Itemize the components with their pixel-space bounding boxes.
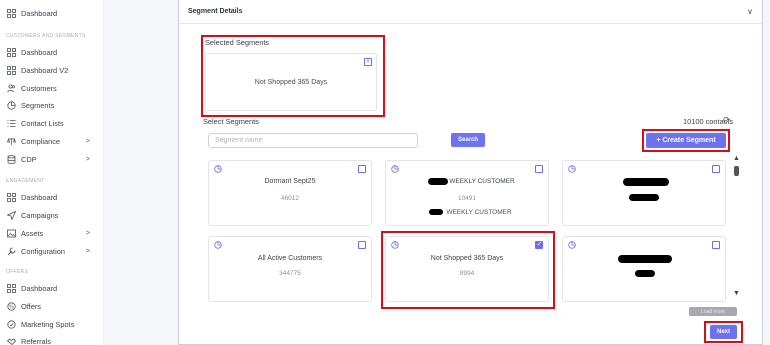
- redaction-mark: [618, 255, 672, 263]
- load-more-button[interactable]: Load more: [689, 307, 737, 316]
- sidebar-item-label: Contact Lists: [21, 118, 64, 128]
- segment-card[interactable]: All Active Customers 344775: [208, 236, 372, 302]
- send-icon: [6, 210, 16, 220]
- sidebar-item-label: Dashboard: [21, 47, 58, 57]
- highlight-box-next: [704, 321, 743, 343]
- sidebar-item-marketing-spots[interactable]: Marketing Spots: [6, 316, 100, 332]
- search-button[interactable]: Search: [451, 133, 485, 147]
- segment-checkbox[interactable]: [358, 241, 366, 249]
- list-icon: [6, 118, 16, 128]
- grid-icon: [6, 192, 16, 202]
- grid-icon: [6, 283, 16, 293]
- sidebar-item-dashboard-top[interactable]: Dashboard: [6, 5, 100, 21]
- grid-icon: [6, 65, 16, 75]
- redaction-mark: [623, 178, 669, 186]
- sidebar-item-referrals[interactable]: Referrals: [6, 333, 100, 345]
- sidebar-item-label: Referrals: [21, 336, 51, 345]
- section-label-customers: CUSTOMERS AND SEGMENTS: [6, 33, 86, 39]
- svg-text:%: %: [9, 304, 14, 310]
- scrollbar-thumb[interactable]: [734, 166, 739, 176]
- sidebar-item-assets[interactable]: Assets >: [6, 225, 100, 241]
- sidebar-item-label: Dashboard: [21, 8, 58, 18]
- panel-title: Segment Details: [188, 8, 243, 15]
- chevron-right-icon: >: [85, 229, 90, 237]
- pie-icon: [568, 165, 576, 173]
- redaction-mark: [629, 194, 659, 201]
- redaction-mark: [635, 270, 655, 277]
- sidebar-item-label: Campaigns: [21, 210, 59, 220]
- sidebar-item-dashboard-v2[interactable]: Dashboard V2: [6, 62, 100, 78]
- segment-count: 10491: [457, 195, 477, 202]
- grid-icon: [6, 47, 16, 57]
- grid-icon: [6, 8, 16, 18]
- sidebar-item-offers[interactable]: % Offers: [6, 298, 100, 314]
- image-icon: [6, 228, 16, 238]
- segment-card[interactable]: [562, 160, 726, 226]
- pie-icon: [214, 241, 222, 249]
- check-circle-icon: [6, 319, 16, 329]
- sidebar-item-label: Compliance: [21, 136, 61, 146]
- refresh-icon[interactable]: ⟳: [723, 115, 731, 126]
- sidebar-item-label: Dashboard: [21, 192, 58, 202]
- segment-card[interactable]: WEEKLY CUSTOMER 10491 WEEKLY CUSTOMER: [385, 160, 549, 226]
- sidebar-item-label: CDP: [21, 154, 37, 164]
- sidebar-item-cdp[interactable]: CDP >: [6, 151, 100, 167]
- sidebar-item-label: Configuration: [21, 246, 65, 256]
- sidebar-item-offers-dashboard[interactable]: Dashboard: [6, 280, 100, 296]
- highlight-box-create: [642, 129, 730, 152]
- users-icon: [6, 83, 16, 93]
- pie-icon: [214, 165, 222, 173]
- segment-card[interactable]: Dormant Sept25 46012: [208, 160, 372, 226]
- sidebar-item-label: Segments: [21, 100, 55, 110]
- sidebar-item-label: Assets: [21, 228, 44, 238]
- segment-card[interactable]: [562, 236, 726, 302]
- chevron-right-icon: >: [85, 137, 90, 145]
- scale-icon: [6, 136, 16, 146]
- sidebar-item-campaigns[interactable]: Campaigns: [6, 207, 100, 223]
- sidebar-item-label: Dashboard: [21, 283, 58, 293]
- sidebar-item-label: Marketing Spots: [21, 319, 75, 329]
- chevron-right-icon: >: [85, 247, 90, 255]
- tag-icon: %: [6, 301, 16, 311]
- sidebar-item-segments[interactable]: Segments: [6, 97, 100, 113]
- segment-name: Dormant Sept25: [264, 178, 316, 185]
- pie-icon: [568, 241, 576, 249]
- panel-header[interactable]: Segment Details ∨: [179, 0, 762, 24]
- database-icon: [6, 154, 16, 164]
- sidebar-item-configuration[interactable]: Configuration >: [6, 243, 100, 259]
- sidebar-item-label: Offers: [21, 301, 41, 311]
- chevron-right-icon: >: [85, 155, 90, 163]
- segment-checkbox[interactable]: [535, 165, 543, 173]
- sidebar-item-customers[interactable]: Customers: [6, 80, 100, 96]
- chevron-down-icon[interactable]: ∨: [747, 7, 753, 16]
- sidebar-item-compliance[interactable]: Compliance >: [6, 133, 100, 149]
- sidebar-item-label: Customers: [21, 83, 57, 93]
- handshake-icon: [6, 336, 16, 345]
- segment-description: WEEKLY CUSTOMER: [446, 209, 512, 216]
- wrench-icon: [6, 246, 16, 256]
- pie-icon: [6, 100, 16, 110]
- segment-name: WEEKLY CUSTOMER: [449, 178, 515, 185]
- section-label-engagement: ENGAGEMENT: [6, 178, 45, 184]
- pie-icon: [391, 165, 399, 173]
- segment-name: All Active Customers: [257, 255, 323, 262]
- segment-checkbox[interactable]: [358, 165, 366, 173]
- sidebar: Dashboard CUSTOMERS AND SEGMENTS Dashboa…: [0, 0, 104, 345]
- segment-search-input[interactable]: [208, 133, 418, 148]
- highlight-box-selected: [201, 35, 385, 117]
- highlight-box-card: [381, 231, 555, 309]
- scroll-down-icon[interactable]: ▼: [733, 290, 740, 297]
- sidebar-item-engagement-dashboard[interactable]: Dashboard: [6, 189, 100, 205]
- scroll-up-icon[interactable]: ▲: [733, 155, 740, 162]
- sidebar-item-dashboard[interactable]: Dashboard: [6, 44, 100, 60]
- sidebar-item-contact-lists[interactable]: Contact Lists: [6, 115, 100, 131]
- segment-count: 46012: [280, 195, 300, 202]
- sidebar-item-label: Dashboard V2: [21, 65, 69, 75]
- select-segments-label: Select Segments: [203, 117, 259, 126]
- section-label-offers: OFFERS: [6, 269, 29, 275]
- segment-checkbox[interactable]: [712, 165, 720, 173]
- segment-count: 344775: [279, 270, 301, 277]
- segment-checkbox[interactable]: [712, 241, 720, 249]
